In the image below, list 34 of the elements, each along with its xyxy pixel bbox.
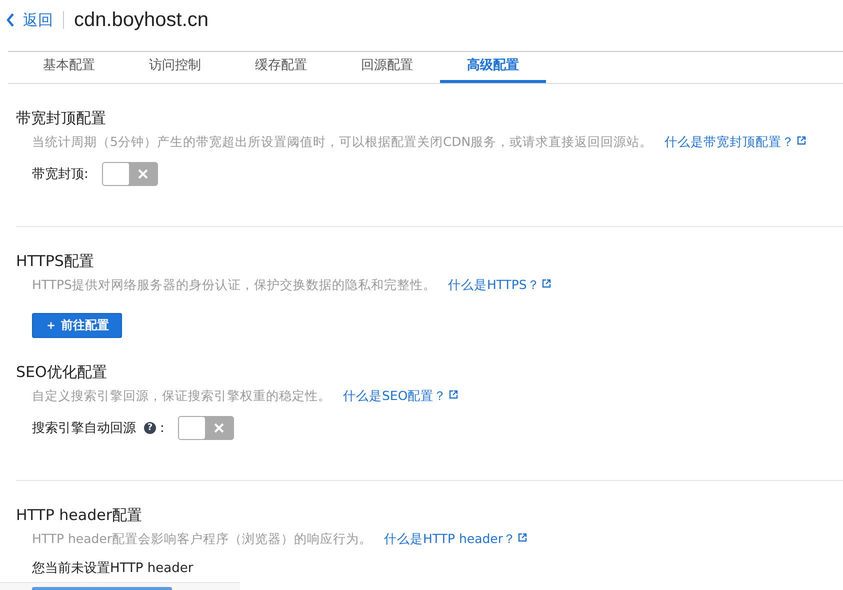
tab[interactable]: 基本配置 — [16, 52, 122, 83]
help-link[interactable]: 什么是HTTPS？ — [448, 277, 551, 294]
section-title: 带宽封顶配置 — [16, 108, 107, 128]
toggle-label: 搜索引擎自动回源 — [32, 420, 136, 437]
cross-icon — [214, 423, 224, 433]
toggle-switch[interactable] — [178, 416, 234, 440]
help-link[interactable]: 什么是SEO配置？ — [343, 388, 458, 405]
tab[interactable]: 访问控制 — [122, 52, 228, 83]
external-link-icon — [518, 533, 527, 542]
cross-icon — [138, 169, 148, 179]
help-link[interactable]: 什么是HTTP header？ — [384, 531, 527, 548]
external-link-icon — [448, 390, 458, 399]
page-title: cdn.boyhost.cn — [74, 8, 209, 32]
label-colon: : — [160, 420, 164, 436]
section-title: SEO优化配置 — [16, 362, 108, 382]
section-description: HTTPS提供对网络服务器的身份认证，保护交换数据的隐私和完整性。 — [32, 277, 436, 294]
tab[interactable]: 缓存配置 — [228, 52, 334, 83]
chevron-left-icon — [6, 13, 15, 27]
back-link[interactable]: 返回 — [6, 10, 53, 30]
section-title: HTTP header配置 — [16, 505, 143, 525]
help-link[interactable]: 什么是带宽封顶配置？ — [664, 134, 806, 151]
configure-button[interactable]: ＋ 前往配置 — [32, 313, 122, 338]
toggle-switch[interactable] — [102, 162, 158, 186]
tab[interactable]: 高级配置 — [440, 52, 546, 83]
section-description: 自定义搜索引擎回源，保证搜索引擎权重的稳定性。 — [32, 388, 331, 405]
section-description: 当统计周期（5分钟）产生的带宽超出所设置阈值时，可以根据配置关闭CDN服务，或请求直接返回回源站。 — [32, 134, 653, 151]
help-icon: ? — [144, 422, 156, 434]
external-link-icon — [796, 136, 806, 145]
section-description: HTTP header配置会影响客户程序（浏览器）的响应行为。 — [32, 531, 372, 548]
tab[interactable]: 回源配置 — [334, 52, 440, 83]
external-link-icon — [542, 279, 551, 288]
toggle-label: 带宽封顶: — [32, 166, 88, 183]
status-note: 您当前未设置HTTP header — [32, 560, 194, 577]
section-title: HTTPS配置 — [16, 251, 95, 271]
